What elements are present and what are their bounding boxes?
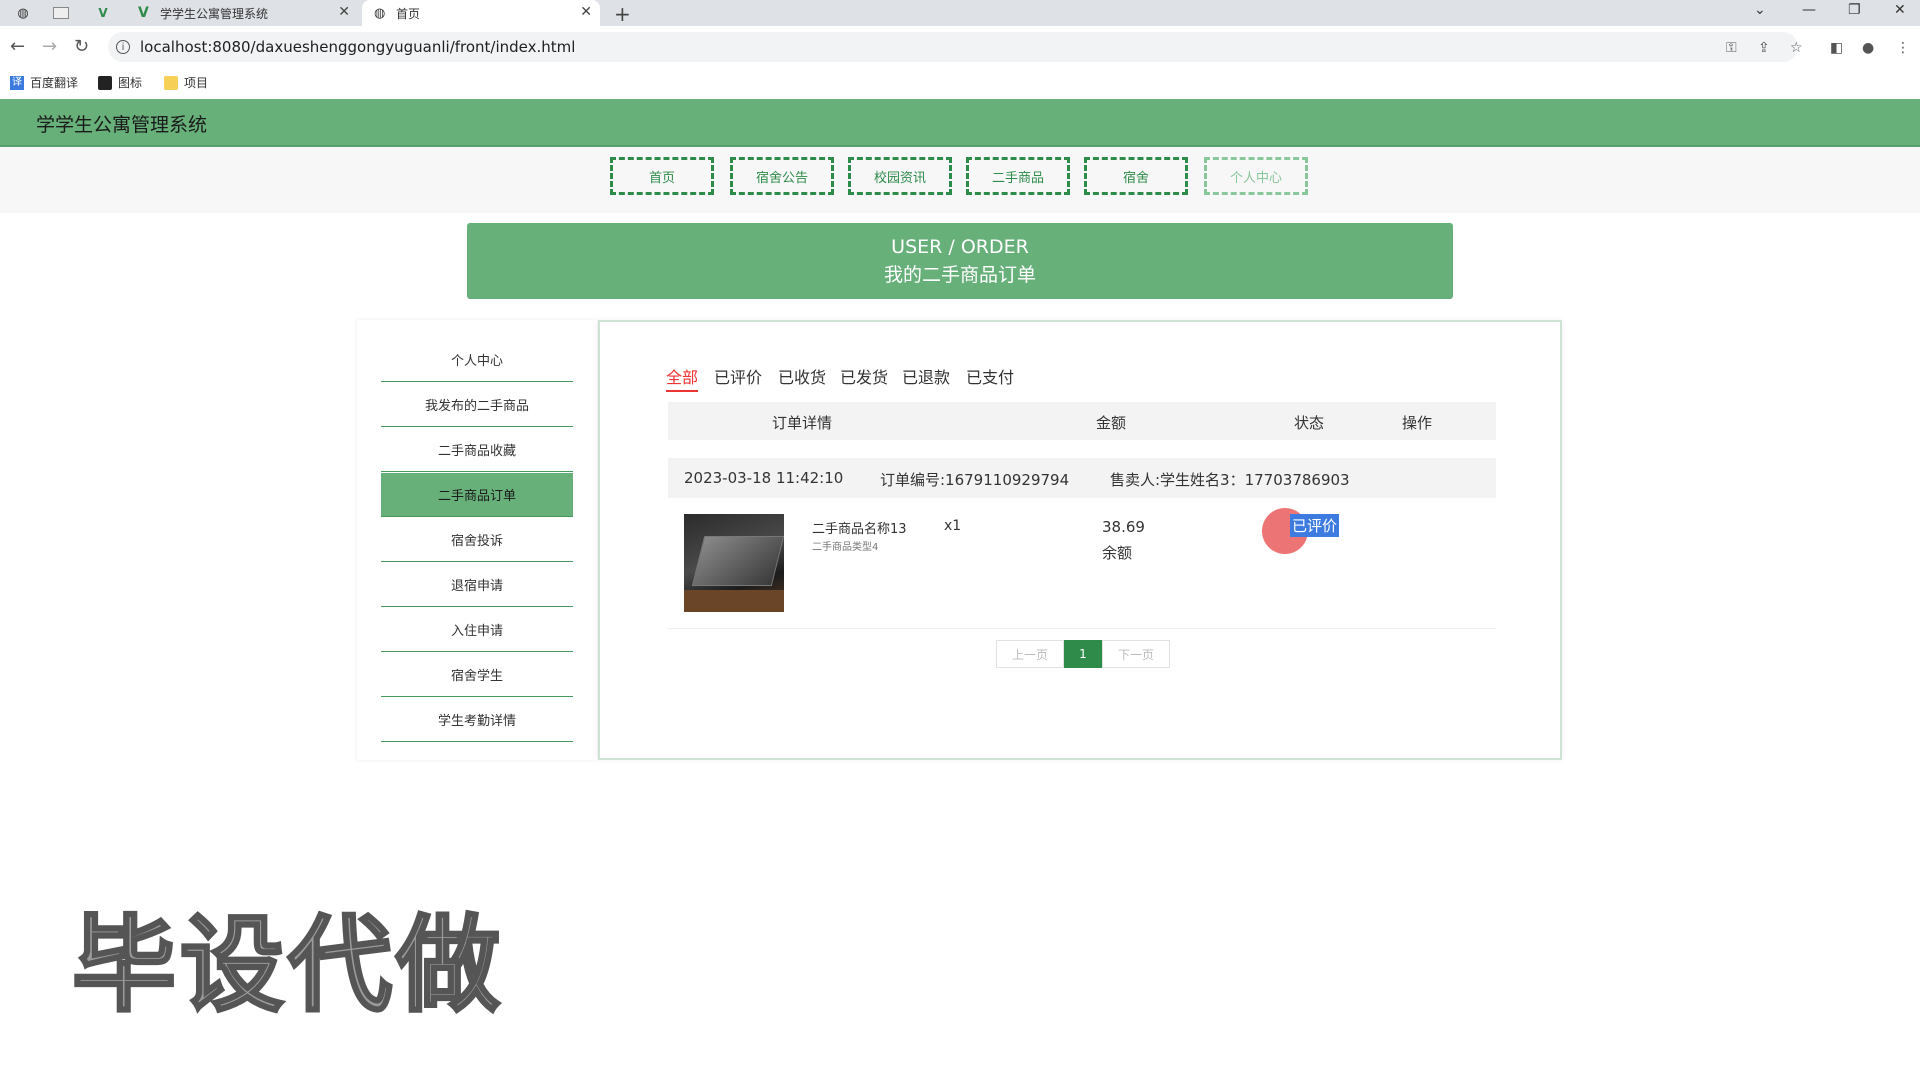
nav-dorm-notice[interactable]: 宿舍公告 [730, 157, 834, 195]
order-number: 订单编号:1679110929794 [880, 471, 1070, 489]
tab-title: 首页 [396, 6, 421, 21]
image-icon [98, 75, 112, 90]
filter-all[interactable]: 全部 [666, 364, 699, 392]
current-page[interactable]: 1 [1064, 640, 1102, 668]
main-nav: 首页 宿舍公告 校园资讯 二手商品 宿舍 个人中心 [0, 147, 1920, 213]
nav-home[interactable]: 首页 [610, 157, 714, 195]
image-surface [684, 590, 784, 612]
product-name[interactable]: 二手商品名称13 [812, 518, 907, 537]
new-tab-icon[interactable]: + [614, 2, 631, 26]
user-sidebar: 个人中心 我发布的二手商品 二手商品收藏 二手商品订单 宿舍投诉 退宿申请 入住… [357, 320, 597, 760]
blank-tab[interactable] [44, 0, 78, 26]
banner-en: USER / ORDER [891, 236, 1029, 258]
nav-campus-news[interactable]: 校园资讯 [848, 157, 952, 195]
sidebar-item-attendance[interactable]: 学生考勤详情 [381, 698, 573, 742]
minimize-icon[interactable]: — [1802, 2, 1816, 18]
table-header: 订单详情 金额 状态 操作 [668, 402, 1496, 440]
bookmark-item[interactable]: 项目 [164, 74, 208, 91]
globe-icon: ◍ [17, 5, 29, 21]
filter-received[interactable]: 已收货 [778, 364, 826, 388]
info-icon[interactable]: i [116, 40, 130, 54]
vue-logo-icon: V [98, 6, 108, 20]
tab-system[interactable]: V 学学生公寓管理系统 ✕ [126, 0, 358, 26]
watermark-text: 毕设代做 [70, 903, 505, 1028]
menu-icon[interactable]: ⋮ [1896, 40, 1910, 56]
col-detail: 订单详情 [772, 414, 833, 432]
tab-home[interactable]: ◍ 首页 ✕ [362, 0, 600, 26]
order-seller: 售卖人:学生姓名3：17703786903 [1110, 471, 1350, 489]
sidebar-item-dorm-students[interactable]: 宿舍学生 [381, 653, 573, 697]
chevron-down-icon[interactable]: ⌄ [1754, 2, 1766, 18]
bookmark-label: 图标 [118, 76, 143, 90]
share-icon[interactable]: ⇪ [1758, 40, 1770, 56]
col-status: 状态 [1294, 414, 1325, 432]
prev-page-button[interactable]: 上一页 [996, 640, 1064, 668]
sidebar-item-checkout[interactable]: 退宿申请 [381, 563, 573, 607]
orders-panel: 全部 已评价 已收货 已发货 已退款 已支付 订单详情 金额 状态 操作 202… [598, 320, 1562, 760]
order-header: 2023-03-18 11:42:10 订单编号:1679110929794 售… [668, 458, 1496, 498]
sidebar-item-checkin[interactable]: 入住申请 [381, 608, 573, 652]
vue-logo-icon: V [138, 4, 149, 21]
site-title: 学学生公寓管理系统 [36, 114, 208, 136]
page-icon [53, 7, 69, 19]
col-amount: 金额 [1096, 414, 1127, 432]
product-qty: x1 [944, 518, 962, 534]
banner-cn: 我的二手商品订单 [883, 264, 1036, 286]
status-badge: 已评价 [1290, 514, 1340, 537]
next-page-button[interactable]: 下一页 [1102, 640, 1170, 668]
nav-second-hand[interactable]: 二手商品 [966, 157, 1070, 195]
nav-dorm[interactable]: 宿舍 [1084, 157, 1188, 195]
filter-paid[interactable]: 已支付 [966, 364, 1014, 388]
close-icon[interactable]: ✕ [338, 4, 350, 20]
product-type: 二手商品类型4 [812, 542, 879, 553]
product-image[interactable] [684, 514, 784, 612]
sidebar-item-complaint[interactable]: 宿舍投诉 [381, 518, 573, 562]
filter-refunded[interactable]: 已退款 [902, 364, 950, 388]
restore-icon[interactable]: ❐ [1848, 2, 1861, 18]
filter-reviewed[interactable]: 已评价 [714, 364, 762, 388]
reload-icon[interactable]: ↻ [74, 36, 89, 57]
sidebar-item-orders[interactable]: 二手商品订单 [381, 473, 573, 517]
globe-tab[interactable]: ◍ [6, 0, 40, 26]
laptop-shape [691, 536, 784, 586]
forward-icon[interactable]: → [42, 36, 57, 57]
star-icon[interactable]: ☆ [1790, 40, 1803, 56]
translate-icon: 译 [10, 75, 24, 90]
order-amount: 38.69 [1102, 518, 1145, 536]
bookmark-item[interactable]: 译 百度翻译 [10, 74, 78, 91]
sidebar-item-user-center[interactable]: 个人中心 [381, 338, 573, 382]
bookmark-label: 项目 [184, 76, 209, 90]
pay-method: 余额 [1102, 544, 1133, 562]
filter-shipped[interactable]: 已发货 [840, 364, 888, 388]
nav-user-center[interactable]: 个人中心 [1204, 157, 1308, 195]
close-icon[interactable]: ✕ [580, 4, 592, 20]
url-text: localhost:8080/daxueshenggongyuguanli/fr… [140, 38, 576, 56]
sidepanel-icon[interactable]: ◧ [1830, 40, 1843, 56]
tab-title: 学学生公寓管理系统 [160, 6, 269, 21]
order-row: 二手商品名称13 二手商品类型4 x1 38.69 余额 已评价 [668, 498, 1496, 629]
pagination: 上一页 1 下一页 [996, 640, 1170, 668]
col-action: 操作 [1402, 414, 1433, 432]
profile-icon[interactable]: ● [1862, 40, 1874, 56]
folder-icon [164, 75, 178, 90]
site-header: 学学生公寓管理系统 [0, 99, 1920, 147]
order-time: 2023-03-18 11:42:10 [684, 469, 844, 487]
page-banner: USER / ORDER 我的二手商品订单 [467, 223, 1453, 299]
back-icon[interactable]: ← [10, 36, 25, 57]
sidebar-item-favorites[interactable]: 二手商品收藏 [381, 428, 573, 472]
sidebar-item-my-goods[interactable]: 我发布的二手商品 [381, 383, 573, 427]
bookmark-label: 百度翻译 [30, 76, 79, 90]
browser-tabbar: ◍ V V 学学生公寓管理系统 ✕ ◍ 首页 ✕ + ⌄ — ❐ ✕ [0, 0, 1920, 26]
close-window-icon[interactable]: ✕ [1894, 2, 1906, 18]
globe-icon: ◍ [374, 6, 386, 21]
key-icon[interactable]: ⚿ [1726, 40, 1737, 56]
vue-tab[interactable]: V [86, 0, 120, 26]
bookmarks-bar: 译 百度翻译 图标 项目 [0, 70, 1920, 98]
bookmark-item[interactable]: 图标 [98, 74, 142, 91]
address-bar[interactable]: i localhost:8080/daxueshenggongyuguanli/… [108, 32, 1798, 62]
